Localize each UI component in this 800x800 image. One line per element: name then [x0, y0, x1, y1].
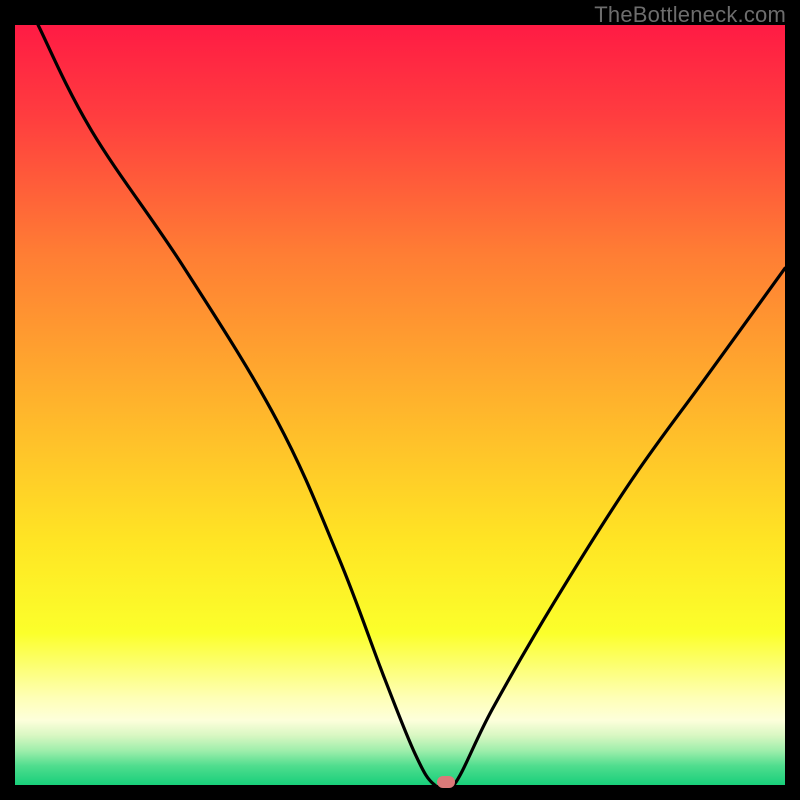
watermark-label: TheBottleneck.com [594, 2, 786, 28]
chart-container: TheBottleneck.com [0, 0, 800, 800]
plot-frame [15, 25, 785, 785]
bottleneck-curve [15, 25, 785, 785]
bottleneck-marker [437, 776, 455, 788]
